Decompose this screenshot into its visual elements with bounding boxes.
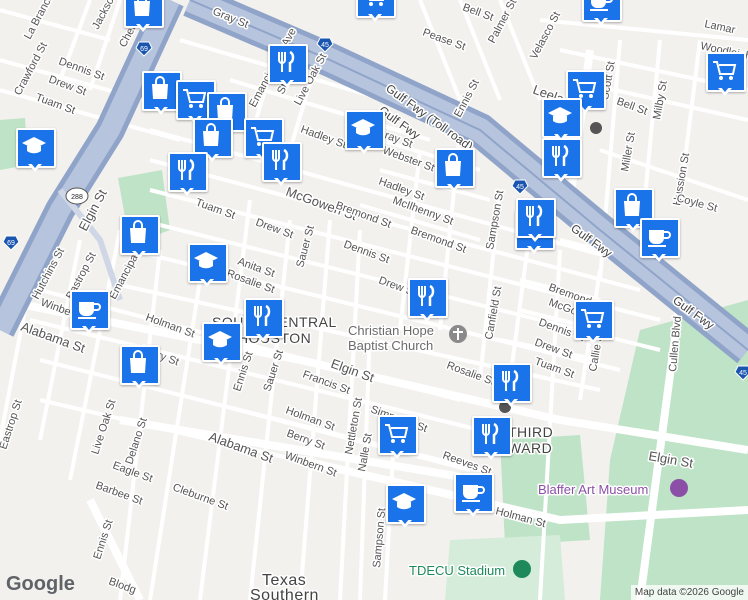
restaurant-marker-7[interactable] xyxy=(244,298,284,344)
svg-text:45: 45 xyxy=(739,370,747,377)
shopping-bag-marker-2[interactable] xyxy=(142,71,182,117)
shopping-cart-icon xyxy=(385,424,409,443)
restaurant-marker-3[interactable] xyxy=(168,152,208,198)
label-lamar: Lamar xyxy=(703,18,736,36)
restaurant-marker-8[interactable] xyxy=(408,278,448,324)
label-barbee-st: Barbee St xyxy=(94,480,144,508)
coffee-cup-icon xyxy=(78,302,101,319)
fork-knife-icon xyxy=(254,304,271,326)
shopping-cart-marker-7[interactable] xyxy=(378,415,418,461)
svg-text:288: 288 xyxy=(71,194,83,201)
label-velasco-st: Velasco St xyxy=(528,10,563,62)
school-marker-3[interactable] xyxy=(16,128,56,174)
shopping-bag-marker-8[interactable] xyxy=(120,345,160,391)
graduation-cap-icon xyxy=(208,331,232,348)
transit-icon xyxy=(590,122,602,134)
svg-text:45: 45 xyxy=(516,184,524,191)
fork-knife-icon xyxy=(418,284,435,306)
label-cleburne-st: Cleburne St xyxy=(171,482,230,513)
shopping-bag-marker-5[interactable] xyxy=(435,148,475,194)
label-christian-hope-2: Baptist Church xyxy=(348,338,433,353)
fork-knife-icon xyxy=(178,158,195,180)
label-miller-st: Miller St xyxy=(619,131,638,172)
shopping-bag-marker-7[interactable] xyxy=(120,215,160,261)
restaurant-marker-9[interactable] xyxy=(492,363,532,409)
svg-text:69: 69 xyxy=(140,46,148,53)
shield-i45-b: 45 xyxy=(511,179,529,195)
coffee-marker-4[interactable] xyxy=(454,473,494,519)
label-pease-st: Pease St xyxy=(421,27,467,54)
shopping-bag-icon xyxy=(130,220,146,243)
shopping-bag-icon xyxy=(624,193,640,216)
shopping-cart-icon xyxy=(581,309,605,328)
label-blaffer: Blaffer Art Museum xyxy=(538,482,648,497)
map-canvas[interactable]: 69 69 45 45 45 288 Gray St Pease St Bell… xyxy=(0,0,748,600)
label-tuam-st-w: Tuam St xyxy=(34,92,77,117)
label-live-oak-st: Live Oak St xyxy=(89,398,118,456)
school-marker-4[interactable] xyxy=(188,243,228,289)
restaurant-marker-4[interactable] xyxy=(262,142,302,188)
restaurant-marker-6[interactable] xyxy=(516,198,556,244)
coffee-marker-1[interactable] xyxy=(582,0,622,28)
map-base: 69 69 45 45 45 288 Gray St Pease St Bell… xyxy=(0,0,748,600)
fork-knife-icon xyxy=(526,204,543,226)
coffee-cup-icon xyxy=(590,0,613,11)
school-marker-5[interactable] xyxy=(202,322,242,368)
label-coyle-st: Coyle St xyxy=(675,192,718,214)
svg-text:45: 45 xyxy=(321,42,329,49)
label-hadley-st: Hadley St xyxy=(299,124,348,152)
shopping-cart-icon xyxy=(368,0,385,6)
stadium-icon xyxy=(513,560,531,578)
shopping-cart-marker-1[interactable] xyxy=(356,0,396,24)
map-attribution: Map data ©2026 Google xyxy=(630,585,748,600)
shopping-bag-icon xyxy=(134,0,150,16)
shopping-bag-marker-1[interactable] xyxy=(124,0,164,34)
restaurant-marker-1[interactable] xyxy=(268,44,308,90)
restaurant-marker-2[interactable] xyxy=(542,138,582,184)
label-crawford-st: Crawford St xyxy=(12,40,50,97)
label-third-ward-2: WARD xyxy=(508,440,552,456)
coffee-cup-icon xyxy=(462,485,485,502)
school-marker-1[interactable] xyxy=(345,110,385,156)
shopping-bag-icon xyxy=(130,350,146,373)
label-tdecu: TDECU Stadium xyxy=(409,563,505,578)
graduation-cap-icon xyxy=(548,107,572,124)
shopping-cart-marker-5[interactable] xyxy=(706,52,746,98)
label-third-ward-1: THIRD xyxy=(508,424,553,440)
restaurant-marker-10[interactable] xyxy=(472,416,512,462)
shield-288: 288 xyxy=(65,187,89,205)
label-bell-st: Bell St xyxy=(615,96,649,118)
coffee-marker-3[interactable] xyxy=(70,290,110,336)
label-la-branch: La Branch xyxy=(22,0,56,41)
label-christian-hope-1: Christian Hope xyxy=(348,323,434,338)
shopping-bag-icon xyxy=(445,153,461,176)
school-marker-6[interactable] xyxy=(386,484,426,530)
shopping-cart-marker-6[interactable] xyxy=(574,300,614,346)
graduation-cap-icon xyxy=(194,252,218,269)
shopping-bag-icon xyxy=(152,76,168,99)
museum-icon xyxy=(670,479,688,497)
google-logo: Google xyxy=(6,573,75,595)
fork-knife-icon xyxy=(482,422,499,444)
shopping-bag-icon xyxy=(203,123,219,146)
shopping-cart-icon xyxy=(183,89,207,108)
fork-knife-icon xyxy=(272,148,289,170)
coffee-cup-icon xyxy=(648,230,671,247)
label-tuam-st-mid: Tuam St xyxy=(194,197,237,222)
graduation-cap-icon xyxy=(392,493,416,510)
fork-knife-icon xyxy=(278,50,295,72)
svg-text:69: 69 xyxy=(7,240,15,247)
fork-knife-icon xyxy=(502,369,519,391)
coffee-marker-2[interactable] xyxy=(640,218,680,264)
shield-i69-b: 69 xyxy=(2,235,20,251)
graduation-cap-icon xyxy=(22,137,46,154)
graduation-cap-icon xyxy=(351,119,375,136)
shopping-cart-icon xyxy=(713,61,737,80)
label-texas-southern-2: Southern xyxy=(250,587,319,600)
fork-knife-icon xyxy=(552,144,569,166)
label-dennis-st-mid: Dennis St xyxy=(342,239,391,267)
